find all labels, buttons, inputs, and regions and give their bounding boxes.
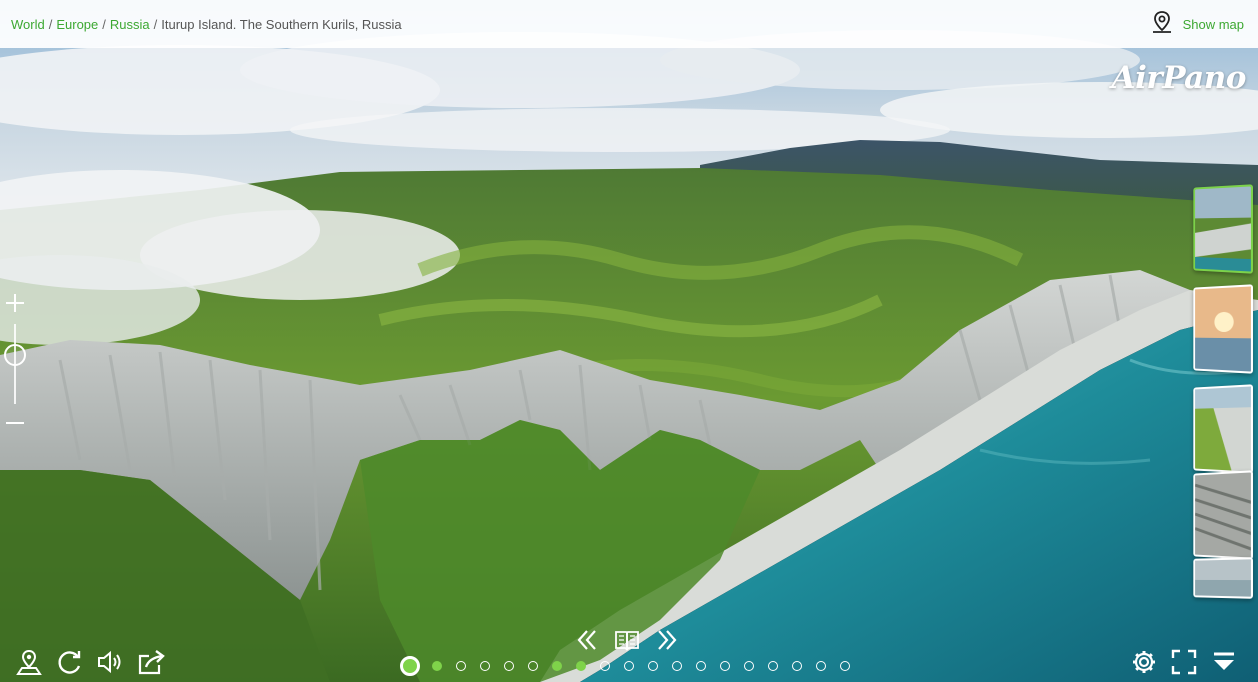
breadcrumb-separator: / <box>48 16 53 32</box>
zoom-out-button[interactable] <box>4 412 26 434</box>
pagination-dots <box>400 656 864 676</box>
minus-icon <box>4 421 26 438</box>
settings-icon <box>1130 648 1158 676</box>
zoom-in-button[interactable] <box>4 292 26 314</box>
airpano-logo[interactable]: AirPano <box>1112 60 1247 96</box>
breadcrumb-separator: / <box>102 16 106 32</box>
location-button[interactable] <box>15 648 43 676</box>
pagination-dot-18[interactable] <box>816 661 826 671</box>
previous-button[interactable] <box>573 626 601 654</box>
settings-button[interactable] <box>1130 648 1158 676</box>
breadcrumb-link-europe[interactable]: Europe <box>56 17 98 32</box>
previous-icon <box>573 626 601 654</box>
breadcrumb: World / Europe / Russia / Iturup Island.… <box>11 17 402 32</box>
autorotate-button[interactable] <box>56 648 84 676</box>
panorama-nav <box>573 626 683 654</box>
next-icon <box>653 626 681 654</box>
thumbnail-2[interactable] <box>1193 284 1254 374</box>
pagination-dot-4[interactable] <box>480 661 490 671</box>
pagination-dot-12[interactable] <box>672 661 682 671</box>
pagination-dot-5[interactable] <box>504 661 514 671</box>
collapse-icon <box>1210 648 1238 676</box>
pagination-dot-16[interactable] <box>768 661 778 671</box>
thumbnail-4[interactable] <box>1193 470 1254 560</box>
rotate-icon <box>56 648 84 676</box>
plus-icon <box>4 294 26 318</box>
pagination-dot-9[interactable] <box>600 661 610 671</box>
breadcrumb-link-russia[interactable]: Russia <box>110 17 150 32</box>
thumbnail-3[interactable] <box>1193 384 1254 474</box>
pagination-dot-8[interactable] <box>576 661 586 671</box>
location-icon <box>15 648 43 676</box>
top-bar: World / Europe / Russia / Iturup Island.… <box>0 0 1258 48</box>
sound-icon <box>96 648 124 676</box>
pagination-dot-1[interactable] <box>400 656 420 676</box>
book-icon <box>613 626 641 654</box>
share-button[interactable] <box>137 648 165 676</box>
pagination-dot-6[interactable] <box>528 661 538 671</box>
pagination-dot-3[interactable] <box>456 661 466 671</box>
breadcrumb-current-page: Iturup Island. The Southern Kurils, Russ… <box>161 16 402 32</box>
pagination-dot-10[interactable] <box>624 661 634 671</box>
story-button[interactable] <box>613 626 641 654</box>
show-map-button[interactable]: Show map <box>1150 10 1244 39</box>
show-map-label: Show map <box>1182 16 1244 32</box>
breadcrumb-link-world[interactable]: World <box>11 17 45 32</box>
pagination-dot-19[interactable] <box>840 661 850 671</box>
fullscreen-icon <box>1170 648 1198 676</box>
sound-button[interactable] <box>96 648 124 676</box>
collapse-button[interactable] <box>1210 648 1238 676</box>
pagination-dot-14[interactable] <box>720 661 730 671</box>
breadcrumb-separator: / <box>153 16 158 32</box>
thumbnail-1[interactable] <box>1193 184 1254 274</box>
pagination-dot-17[interactable] <box>792 661 802 671</box>
share-icon <box>137 648 165 676</box>
zoom-slider-handle[interactable] <box>4 344 26 366</box>
pagination-dot-7[interactable] <box>552 661 562 671</box>
zoom-control <box>4 292 26 432</box>
map-pin-icon <box>1150 10 1174 39</box>
pagination-dot-15[interactable] <box>744 661 754 671</box>
next-button[interactable] <box>653 626 681 654</box>
panorama-view[interactable] <box>0 0 1258 682</box>
pagination-dot-11[interactable] <box>648 661 658 671</box>
thumbnail-5[interactable] <box>1193 557 1254 599</box>
fullscreen-button[interactable] <box>1170 648 1198 676</box>
pagination-dot-13[interactable] <box>696 661 706 671</box>
pagination-dot-2[interactable] <box>432 661 442 671</box>
